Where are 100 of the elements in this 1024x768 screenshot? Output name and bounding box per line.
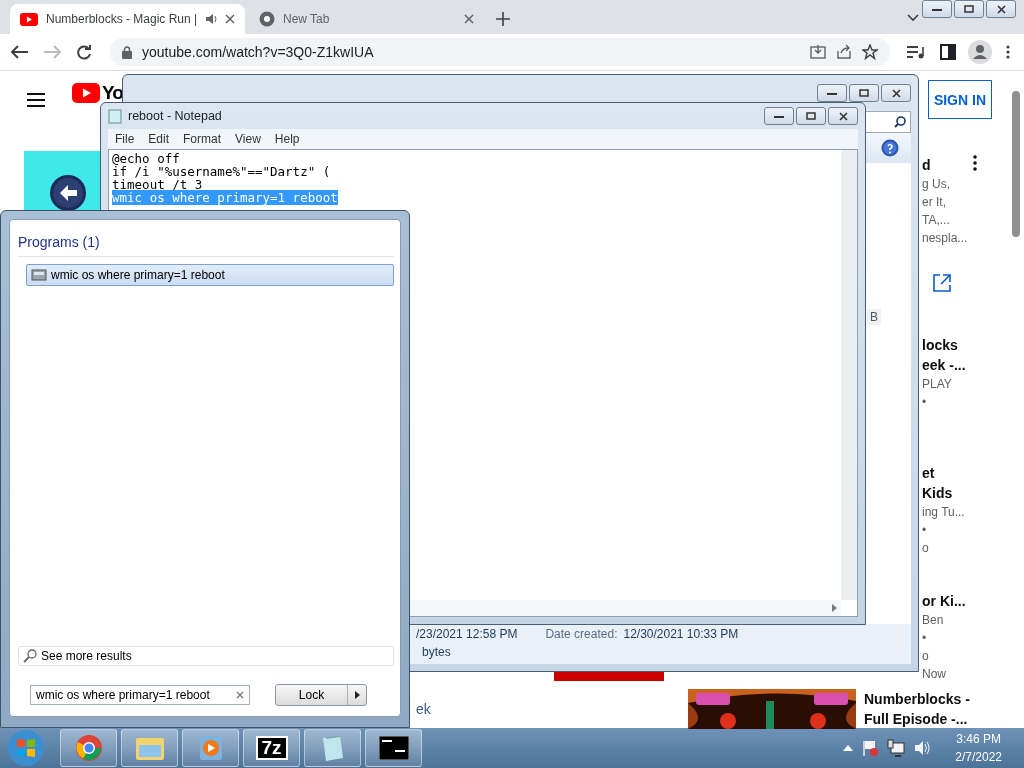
caret-icon[interactable] <box>907 14 919 22</box>
close-icon <box>838 111 848 121</box>
video-title[interactable]: Kids <box>922 483 953 503</box>
video-title[interactable]: Numberblocks - <box>864 689 970 709</box>
program-icon <box>31 268 47 282</box>
arrow-icon[interactable] <box>354 691 360 699</box>
video-meta: nespla... <box>922 230 968 247</box>
vertical-scrollbar[interactable] <box>841 150 857 600</box>
install-icon[interactable] <box>810 44 826 60</box>
close-icon[interactable] <box>225 14 236 24</box>
code-line: if /i "%username%"=="Dartz" ( <box>112 164 331 179</box>
video-meta: o <box>922 540 929 557</box>
detail-value: 12/30/2021 10:33 PM <box>623 627 739 641</box>
menu-item[interactable]: View <box>228 132 268 146</box>
maximize-icon <box>859 89 869 97</box>
video-title[interactable]: ek <box>416 701 431 717</box>
play-logo-icon <box>20 12 38 26</box>
video-meta: Ben <box>922 612 944 629</box>
menu-item[interactable]: Help <box>267 132 307 146</box>
lock-icon <box>122 45 132 59</box>
video-title[interactable]: Full Episode -... <box>864 709 970 729</box>
close-icon <box>996 4 1006 14</box>
share-icon[interactable] <box>836 44 852 60</box>
close-button[interactable] <box>986 0 1016 18</box>
maximize-button[interactable] <box>954 0 984 18</box>
search-result[interactable]: wmic os where primary=1 reboot <box>26 264 394 286</box>
close-button[interactable] <box>828 107 858 125</box>
lock-button[interactable]: Lock <box>275 684 367 706</box>
media-player-icon[interactable] <box>198 735 223 761</box>
address-bar[interactable]: youtube.com/watch?v=3Q0-Z1kwIUA <box>110 38 890 66</box>
window-title: reboot - Notepad <box>128 109 222 123</box>
code-line: timeout /t 3 <box>112 177 203 192</box>
video-title[interactable]: locks <box>922 335 958 355</box>
scroll-right-icon[interactable] <box>832 604 837 612</box>
help-icon[interactable] <box>881 139 899 157</box>
scrollbar-thumb[interactable] <box>1012 91 1020 237</box>
minimize-icon <box>932 7 942 11</box>
detail-value: /23/2021 12:58 PM <box>416 627 518 641</box>
archive-app-icon[interactable]: 7z <box>255 736 288 760</box>
speaker-icon[interactable] <box>205 13 218 25</box>
menu-icon[interactable] <box>27 93 45 107</box>
video-meta: g Us, <box>922 176 950 193</box>
network-icon[interactable] <box>887 739 906 757</box>
browser-tab[interactable]: Numberblocks - Magic Run | <box>10 4 245 34</box>
browser-tab[interactable]: New Tab <box>249 4 484 34</box>
close-icon <box>891 88 901 98</box>
open-external-icon[interactable] <box>932 273 952 293</box>
minimize-button[interactable] <box>817 84 847 102</box>
code-line: @echo off <box>112 151 180 166</box>
flag-icon[interactable] <box>861 739 880 757</box>
video-title[interactable]: d <box>922 155 931 175</box>
video-meta: PLAY <box>922 376 952 393</box>
maximize-button[interactable] <box>796 107 826 125</box>
clock[interactable]: 3:46 PM 2/7/2022 <box>955 730 1002 766</box>
video-meta: Now <box>922 666 946 683</box>
search-icon <box>23 649 37 663</box>
video-meta: • <box>922 630 927 647</box>
terminal-icon[interactable] <box>378 736 409 760</box>
video-meta: • <box>922 522 927 539</box>
chrome-icon[interactable] <box>74 734 103 762</box>
minimize-icon <box>774 114 784 118</box>
minimize-button[interactable] <box>764 107 794 125</box>
search-icon <box>894 116 906 128</box>
video-title[interactable]: eek -... <box>922 355 966 375</box>
notepad-icon <box>108 108 122 124</box>
group-heading: Programs (1) <box>18 234 394 257</box>
more-vertical-icon[interactable] <box>972 155 978 171</box>
clear-icon[interactable] <box>236 691 244 699</box>
column-header[interactable]: B <box>867 309 881 325</box>
video-meta: er It, <box>922 194 946 211</box>
video-meta: TA,... <box>922 212 950 229</box>
search-field[interactable] <box>865 111 911 133</box>
minimize-button[interactable] <box>922 0 952 18</box>
detail-label: Date created: <box>545 627 618 641</box>
minimize-icon <box>827 91 837 95</box>
video-meta: ing Tu... <box>922 504 965 521</box>
maximize-icon <box>806 112 816 120</box>
sign-in-button[interactable]: SIGN IN <box>927 80 992 119</box>
video-meta: o <box>922 648 929 665</box>
chevron-up-icon[interactable] <box>843 745 854 751</box>
maximize-button[interactable] <box>849 84 879 102</box>
search-field[interactable]: wmic os where primary=1 reboot <box>30 685 250 705</box>
star-icon[interactable] <box>862 44 878 60</box>
logo-text: Yo <box>102 84 123 102</box>
menu-item[interactable]: Format <box>176 132 229 146</box>
close-button[interactable] <box>881 84 911 102</box>
menu-item[interactable]: File <box>108 132 142 146</box>
globe-icon <box>259 11 275 27</box>
close-icon[interactable] <box>464 14 474 24</box>
profile-icon[interactable] <box>968 40 992 64</box>
video-title[interactable]: or Ki... <box>922 591 966 611</box>
plus-icon[interactable] <box>496 12 510 26</box>
play-logo-icon[interactable] <box>72 83 100 103</box>
volume-icon[interactable] <box>913 739 932 757</box>
video-title[interactable]: et <box>922 463 935 483</box>
video-meta: • <box>922 394 927 411</box>
detail-value: bytes <box>421 645 452 659</box>
menu-item[interactable]: Edit <box>141 132 177 146</box>
maximize-icon <box>964 5 974 13</box>
see-more-results[interactable]: See more results <box>18 646 394 666</box>
